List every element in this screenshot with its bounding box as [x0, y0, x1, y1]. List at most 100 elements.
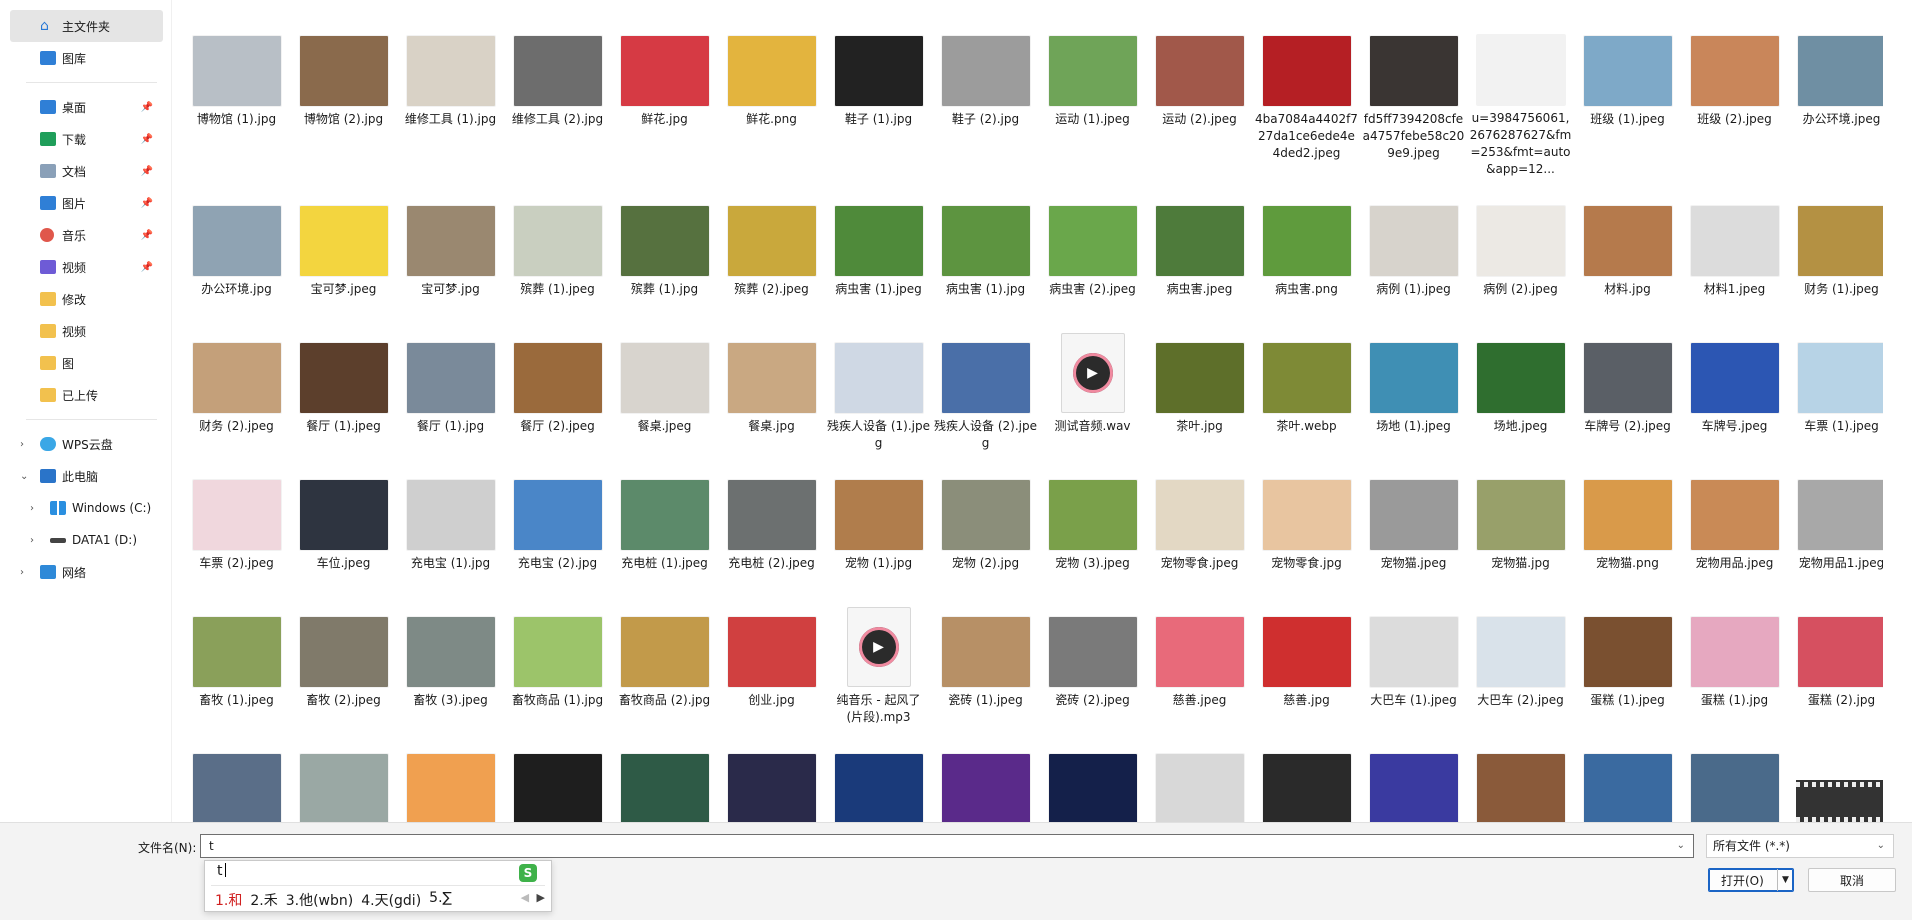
- file-item[interactable]: 电竞 (1).jpeg: [718, 726, 825, 823]
- pin-icon[interactable]: 📌: [141, 134, 153, 145]
- nav-home[interactable]: ⌂ 主文件夹: [10, 10, 163, 42]
- file-item[interactable]: 残疾人设备 (1).jpeg: [825, 315, 932, 452]
- file-item[interactable]: 电竞 (3).jpeg: [932, 726, 1039, 823]
- file-item[interactable]: 病例 (2).jpeg: [1467, 178, 1574, 315]
- nav-pictures[interactable]: 图片 📌: [0, 187, 171, 219]
- file-item[interactable]: 场地.jpeg: [1467, 315, 1574, 452]
- file-item[interactable]: 材料1.jpeg: [1681, 178, 1788, 315]
- nav-network[interactable]: › 网络: [0, 556, 171, 588]
- file-item[interactable]: 运动 (2).jpeg: [1146, 8, 1253, 178]
- file-item[interactable]: 创业.jpg: [718, 589, 825, 726]
- file-item[interactable]: 宠物猫.jpeg: [1360, 452, 1467, 589]
- cancel-button[interactable]: 取消: [1808, 868, 1896, 892]
- file-item[interactable]: 电池 (1).jpeg: [504, 726, 611, 823]
- file-item[interactable]: 宠物 (1).jpg: [825, 452, 932, 589]
- nav-gallery[interactable]: 图库: [0, 42, 171, 74]
- file-item[interactable]: 瓷砖 (1).jpeg: [932, 589, 1039, 726]
- chevron-down-icon[interactable]: ⌄: [1877, 835, 1885, 857]
- nav-folder[interactable]: 已上传: [0, 379, 171, 411]
- file-item[interactable]: 宠物用品1.jpeg: [1788, 452, 1883, 589]
- file-item[interactable]: 充电宝 (2).jpg: [504, 452, 611, 589]
- chevron-right-icon[interactable]: ›: [20, 439, 24, 450]
- file-item[interactable]: 电影 (1).jpeg: [1253, 726, 1360, 823]
- file-item[interactable]: 宠物 (2).jpg: [932, 452, 1039, 589]
- ime-candidate[interactable]: 5.∑: [429, 890, 452, 910]
- file-item[interactable]: 畜牧 (1).jpeg: [183, 589, 290, 726]
- file-item[interactable]: 鞋子 (2).jpg: [932, 8, 1039, 178]
- file-item[interactable]: 4ba7084a4402f727da1ce6ede4e4ded2.jpeg: [1253, 8, 1360, 178]
- file-item[interactable]: 病虫害 (1).jpg: [932, 178, 1039, 315]
- chevron-down-icon[interactable]: ⌄: [20, 471, 28, 482]
- file-item[interactable]: 运动 (1).jpeg: [1039, 8, 1146, 178]
- file-item[interactable]: 财务 (1).jpeg: [1788, 178, 1883, 315]
- file-item[interactable]: 材料.jpg: [1574, 178, 1681, 315]
- file-item[interactable]: 餐厅 (2).jpeg: [504, 315, 611, 452]
- nav-music[interactable]: 音乐 📌: [0, 219, 171, 251]
- file-item[interactable]: 蛋糕 (1).jpg: [1681, 589, 1788, 726]
- nav-folder[interactable]: 图: [0, 347, 171, 379]
- file-item[interactable]: 宠物零食.jpg: [1253, 452, 1360, 589]
- file-item[interactable]: 鞋子 (1).jpg: [825, 8, 932, 178]
- file-item[interactable]: 茶叶.jpg: [1146, 315, 1253, 452]
- file-item[interactable]: 宝可梦.jpeg: [290, 178, 397, 315]
- file-item[interactable]: 电竞 (2).jpeg: [825, 726, 932, 823]
- file-item[interactable]: 办公环境.jpeg: [1788, 8, 1883, 178]
- pin-icon[interactable]: 📌: [141, 166, 153, 177]
- file-item[interactable]: 宝可梦.jpg: [397, 178, 504, 315]
- file-item[interactable]: 畜牧商品 (2).jpg: [611, 589, 718, 726]
- file-item[interactable]: 餐厅 (1).jpg: [397, 315, 504, 452]
- file-item[interactable]: 病虫害.jpeg: [1146, 178, 1253, 315]
- file-item[interactable]: 瓷砖 (2).jpeg: [1039, 589, 1146, 726]
- file-item[interactable]: 充电宝 (1).jpg: [397, 452, 504, 589]
- previous-page-icon[interactable]: ◀: [521, 891, 529, 904]
- nav-folder[interactable]: 修改: [0, 283, 171, 315]
- pin-icon[interactable]: 📌: [141, 198, 153, 209]
- file-item[interactable]: 电影海报 (1).jpeg: [1574, 726, 1681, 823]
- file-item[interactable]: 地图.jpeg: [397, 726, 504, 823]
- nav-downloads[interactable]: 下载 📌: [0, 123, 171, 155]
- file-item[interactable]: 病虫害 (2).jpeg: [1039, 178, 1146, 315]
- file-item[interactable]: 大巴车 (2).jpeg: [1467, 589, 1574, 726]
- file-item[interactable]: ▶ 测试音频.wav: [1039, 315, 1146, 452]
- file-item[interactable]: 餐桌.jpeg: [611, 315, 718, 452]
- file-item[interactable]: 殡葬 (1).jpeg: [504, 178, 611, 315]
- file-item[interactable]: 鲜花.png: [718, 8, 825, 178]
- file-item[interactable]: 宠物用品.jpeg: [1681, 452, 1788, 589]
- file-item[interactable]: 地铁 (1).jpeg: [183, 726, 290, 823]
- file-item[interactable]: u=3984756061,2676287627&fm=253&fmt=auto&…: [1467, 8, 1574, 178]
- ime-candidate[interactable]: 1.和: [215, 890, 242, 910]
- file-item[interactable]: 宠物猫.jpg: [1467, 452, 1574, 589]
- nav-folder[interactable]: 视频: [0, 315, 171, 347]
- file-item[interactable]: 班级 (1).jpeg: [1574, 8, 1681, 178]
- file-item[interactable]: 电竞 (4).jpeg: [1039, 726, 1146, 823]
- file-item[interactable]: 电影.jpg: [1467, 726, 1574, 823]
- open-dropdown-arrow-icon[interactable]: ▼: [1777, 869, 1793, 891]
- file-item[interactable]: 电池 (2).jpeg: [611, 726, 718, 823]
- nav-this-pc[interactable]: ⌄ 此电脑: [0, 460, 171, 492]
- file-item[interactable]: 宠物 (3).jpeg: [1039, 452, 1146, 589]
- file-item[interactable]: 充电桩 (2).jpeg: [718, 452, 825, 589]
- file-item[interactable]: 车牌号 (2).jpeg: [1574, 315, 1681, 452]
- ime-candidate[interactable]: 2.禾: [250, 890, 277, 910]
- file-item[interactable]: 电影视频1.mp4: [1788, 726, 1883, 823]
- file-item[interactable]: 餐桌.jpg: [718, 315, 825, 452]
- file-item[interactable]: 病例 (1).jpeg: [1360, 178, 1467, 315]
- file-item[interactable]: 餐厅 (1).jpeg: [290, 315, 397, 452]
- nav-documents[interactable]: 文档 📌: [0, 155, 171, 187]
- file-item[interactable]: 残疾人设备 (2).jpeg: [932, 315, 1039, 452]
- file-item[interactable]: 畜牧 (2).jpeg: [290, 589, 397, 726]
- file-item[interactable]: 维修工具 (1).jpg: [397, 8, 504, 178]
- open-button[interactable]: 打开(O) ▼: [1708, 868, 1794, 892]
- file-item[interactable]: 病虫害 (1).jpeg: [825, 178, 932, 315]
- file-item[interactable]: 车牌号.jpeg: [1681, 315, 1788, 452]
- pin-icon[interactable]: 📌: [141, 230, 153, 241]
- pin-icon[interactable]: 📌: [141, 102, 153, 113]
- file-item[interactable]: 博物馆 (2).jpg: [290, 8, 397, 178]
- file-item[interactable]: ▶ 纯音乐 - 起风了 (片段).mp3: [825, 589, 932, 726]
- file-item[interactable]: 蛋糕 (1).jpeg: [1574, 589, 1681, 726]
- file-item[interactable]: 慈善.jpg: [1253, 589, 1360, 726]
- file-item[interactable]: 宠物零食.jpeg: [1146, 452, 1253, 589]
- file-item[interactable]: 茶叶.webp: [1253, 315, 1360, 452]
- nav-videos[interactable]: 视频 📌: [0, 251, 171, 283]
- file-item[interactable]: 殡葬 (1).jpg: [611, 178, 718, 315]
